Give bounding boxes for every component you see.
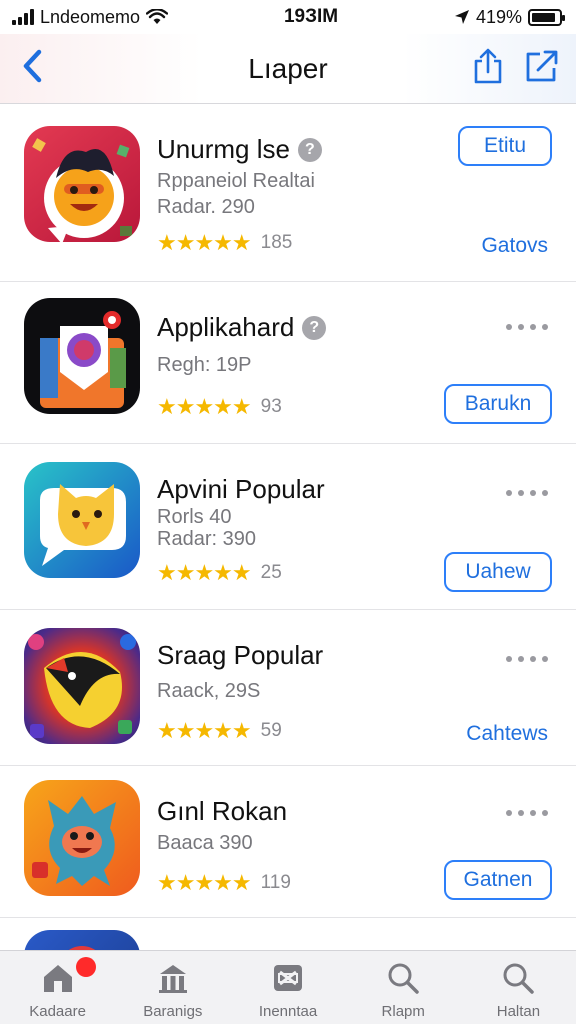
app-action-button[interactable]: Uahew	[444, 552, 552, 592]
app-subtitle: Baaca 390	[157, 832, 253, 854]
mascot-face-icon	[32, 138, 132, 242]
app-subtitle: Regh: 19P	[157, 354, 252, 376]
library-icon	[156, 961, 190, 995]
tab-label: Rlapm	[381, 1003, 425, 1020]
status-right: 419%	[454, 6, 565, 28]
tab-search-2[interactable]: Haltan	[461, 951, 576, 1024]
tab-label: Kadaare	[29, 1003, 86, 1020]
app-name[interactable]: Unurmg lse ?	[157, 134, 322, 165]
location-arrow-icon	[454, 10, 469, 24]
more-options-button[interactable]	[506, 656, 548, 662]
star-rating-icon: ★★★★★	[157, 560, 252, 585]
app-icon-camera[interactable]	[24, 298, 140, 414]
list-item[interactable]: Unurmg lse ? Rppaneiol Realtai Radar. 29…	[0, 106, 576, 282]
monster-app-icon	[32, 796, 116, 886]
home-icon	[41, 961, 75, 995]
share-icon	[474, 48, 502, 84]
search-icon	[501, 961, 535, 995]
rating: ★★★★★ 119	[157, 870, 291, 896]
star-rating-icon: ★★★★★	[157, 394, 252, 419]
camera-app-icon	[40, 311, 126, 408]
app-action-button[interactable]: Gatnen	[444, 860, 552, 900]
battery-icon	[528, 8, 565, 26]
app-subtitle: Rppaneiol Realtai	[157, 170, 315, 192]
app-subtitle: Raack, 29S	[157, 680, 261, 702]
app-action-button[interactable]: Etitu	[458, 126, 552, 166]
app-secondary-link[interactable]: Cahtews	[466, 722, 548, 746]
app-name-text: Gınl Rokan	[157, 796, 288, 826]
nav-actions	[470, 46, 560, 86]
app-name-text: Unurmg lse	[157, 134, 290, 164]
app-name[interactable]: Sraag Popular	[157, 640, 323, 671]
rating-count: 93	[260, 396, 282, 417]
list-item[interactable]: Gınl Rokan Baaca 390 ★★★★★ 119 Gatnen	[0, 766, 576, 918]
list-item[interactable]: Sraag Popular Raack, 29S ★★★★★ 59 Cahtew…	[0, 610, 576, 766]
tab-search[interactable]: Rlapm	[346, 951, 461, 1024]
app-subtitle: Radar: 390	[157, 528, 256, 550]
bird-app-icon	[28, 634, 136, 738]
star-rating-icon: ★★★★★	[157, 718, 252, 743]
compose-icon	[526, 50, 558, 82]
app-name-text: Sraag Popular	[157, 640, 324, 670]
star-rating-icon: ★★★★★	[157, 870, 252, 895]
status-left: Lndeomemo	[12, 6, 169, 28]
app-name[interactable]: Applikahard ?	[157, 312, 327, 343]
compose-button[interactable]	[524, 46, 560, 86]
tab-home[interactable]: Kadaare	[0, 951, 115, 1024]
rating-count: 185	[260, 232, 293, 253]
app-name-text: Apvini Popular	[157, 474, 325, 504]
tab-label: Haltan	[496, 1003, 541, 1020]
app-icon-cat-chat[interactable]	[24, 462, 140, 578]
signal-icon	[12, 9, 34, 25]
more-options-button[interactable]	[506, 324, 548, 330]
info-badge-icon: ?	[297, 137, 322, 162]
rating: ★★★★★ 185	[157, 230, 292, 256]
notification-dot	[76, 957, 96, 977]
tab-library[interactable]: Baranigs	[115, 951, 230, 1024]
app-secondary-link[interactable]: Gatovs	[481, 234, 548, 258]
app-name[interactable]: Apvini Popular	[157, 474, 325, 505]
app-icon-mascot[interactable]	[24, 126, 140, 242]
more-options-button[interactable]	[506, 810, 548, 816]
app-icon-bird[interactable]	[24, 628, 140, 744]
rating-count: 119	[260, 872, 291, 893]
app-name-text: Applikahard	[157, 312, 295, 342]
app-icon-monster[interactable]	[24, 780, 140, 896]
battery-level	[532, 12, 556, 22]
rating: ★★★★★ 25	[157, 560, 282, 586]
app-name[interactable]: Gınl Rokan	[157, 796, 287, 827]
cat-chat-icon	[40, 484, 126, 566]
more-options-button[interactable]	[506, 490, 548, 496]
rating-count: 25	[260, 562, 282, 583]
tab-label: Baranigs	[143, 1003, 203, 1020]
rating: ★★★★★ 93	[157, 394, 282, 420]
list-item[interactable]: Apvini Popular Rorls 40 Radar: 390 ★★★★★…	[0, 444, 576, 610]
tab-bar: Kadaare Baranigs Inenntaa Rlapm Haltan	[0, 950, 576, 1024]
back-button[interactable]	[14, 48, 50, 84]
tab-label: Inenntaa	[258, 1003, 318, 1020]
tab-grid-box[interactable]: Inenntaa	[230, 951, 345, 1024]
navigation-bar: Lıaper	[0, 34, 576, 104]
app-subtitle: Rorls 40	[157, 506, 232, 528]
status-time: 19ЗIM	[283, 6, 339, 27]
status-bar: Lndeomemo 19ЗIM 419%	[0, 0, 576, 34]
wifi-icon	[146, 9, 169, 24]
info-badge-icon: ?	[302, 315, 327, 340]
chevron-left-icon	[23, 49, 42, 83]
page-title: Lıaper	[248, 52, 328, 84]
star-rating-icon: ★★★★★	[157, 230, 252, 255]
list-item[interactable]: Applikahard ? Regh: 19P ★★★★★ 93 Barukn	[0, 282, 576, 444]
app-action-button[interactable]: Barukn	[444, 384, 552, 424]
rating: ★★★★★ 59	[157, 718, 282, 744]
rating-count: 59	[260, 720, 282, 741]
share-button[interactable]	[470, 46, 506, 86]
carrier-label: Lndeomemo	[40, 6, 141, 27]
app-subtitle: Radar. 290	[157, 196, 255, 218]
grid-box-icon	[271, 961, 305, 995]
search-icon	[386, 961, 420, 995]
battery-percent: 419%	[475, 6, 522, 27]
